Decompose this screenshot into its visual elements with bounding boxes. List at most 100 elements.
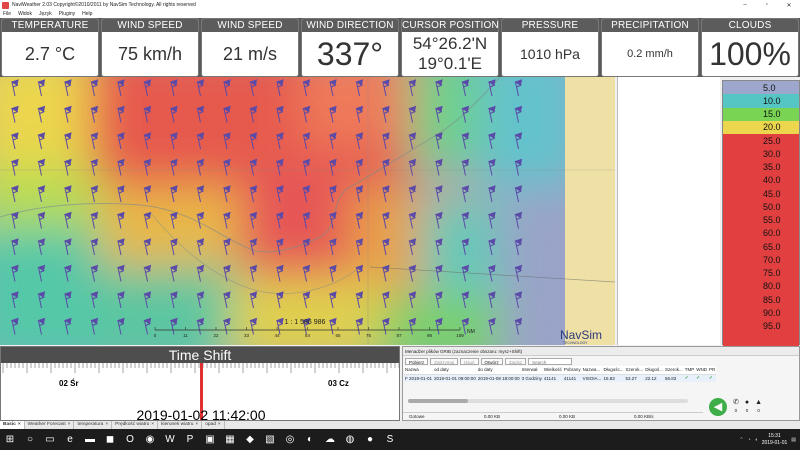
status-total: 0.00 KB — [559, 414, 576, 419]
edge-browser-icon[interactable]: e — [60, 429, 80, 450]
column-header[interactable]: Szerok... — [624, 366, 644, 374]
bell-count: 0 — [757, 407, 760, 413]
table-cell: 22.12 — [645, 375, 657, 381]
delete-button[interactable]: Usuń — [460, 357, 479, 365]
image-icon[interactable]: ▧ — [260, 429, 280, 450]
notification-icon[interactable]: ▤ — [791, 437, 796, 443]
panel-label: CLOUDS — [702, 19, 798, 32]
photos-icon[interactable]: ▣ — [200, 429, 220, 450]
tab-4[interactable]: kierunek wiatru × — [158, 421, 203, 429]
word-icon[interactable]: W — [160, 429, 180, 450]
tab-1[interactable]: Weather Forecast × — [25, 421, 75, 429]
media-icon[interactable]: ◆ — [240, 429, 260, 450]
legend-label: 5.0 — [743, 81, 799, 95]
bell-icon[interactable]: ▲ 0 — [755, 399, 762, 415]
column-header[interactable]: WND — [695, 366, 708, 374]
tab-close-icon[interactable]: × — [195, 421, 198, 429]
tab-close-icon[interactable]: × — [68, 421, 71, 429]
column-header[interactable]: Interwał — [521, 366, 543, 374]
temperature-panel: TEMPERATURE 2.7 °C — [1, 18, 99, 77]
tab-5[interactable]: opad × — [202, 421, 225, 429]
navigation-arrow-icon[interactable]: ◀ — [709, 397, 727, 416]
maximize-button[interactable]: ▫ — [756, 0, 778, 10]
menu-plugins[interactable]: Pluginy — [56, 11, 79, 17]
panel-value: 100% — [709, 35, 791, 72]
panel-value: 21 m/s — [222, 43, 278, 64]
column-header[interactable]: od daty — [433, 366, 477, 374]
open-button[interactable]: Otwórz — [480, 357, 503, 365]
skype-icon[interactable]: S — [380, 429, 400, 450]
tab-close-icon[interactable]: × — [105, 421, 108, 429]
app-icon[interactable]: ◐ — [300, 429, 320, 450]
column-header[interactable]: Długośc... — [602, 366, 624, 374]
close-button[interactable]: ✕ — [778, 0, 800, 10]
tray-up-icon[interactable]: ⌃ — [739, 437, 743, 443]
table-cell: 53.27 — [625, 375, 637, 381]
column-header[interactable]: Długoś... — [644, 366, 664, 374]
network-icon[interactable]: ◔ — [748, 437, 751, 443]
scale-tick-label: 65 — [335, 333, 341, 338]
table-row[interactable]: F 2019-01-01 2019-01-01 09:00:00 2019-01-0… — [404, 374, 717, 382]
tab-label: temperatura — [77, 422, 104, 427]
column-header[interactable]: Pobrany — [563, 366, 582, 374]
legend-row: 75.0 — [723, 266, 799, 280]
stop-button[interactable]: Zatrzymaj — [430, 357, 459, 365]
legend-swatch — [723, 213, 743, 227]
app-logo-icon — [2, 1, 9, 9]
menu-view[interactable]: Widok — [15, 11, 36, 17]
horizontal-scrollbar[interactable] — [408, 399, 688, 403]
longitude-value: 19°0.1'E — [418, 54, 482, 73]
gallery-icon[interactable]: ▦ — [220, 429, 240, 450]
tab-0[interactable]: Basic × — [0, 421, 25, 429]
search-icon[interactable]: ○ — [20, 429, 40, 450]
opera-icon[interactable]: O — [120, 429, 140, 450]
tab-3[interactable]: Prędkość wiatru × — [112, 421, 159, 429]
volume-icon[interactable]: ◖ — [755, 437, 758, 443]
chrome-icon[interactable]: ◎ — [280, 429, 300, 450]
weather-map[interactable]: 1 : 1 586 986 0 11 22 33 44 54 65 76 87 98 109 NM … — [0, 77, 615, 345]
column-header[interactable]: Nazwa — [404, 366, 433, 374]
clouds-panel: CLOUDS 100% — [701, 18, 799, 77]
menu-help[interactable]: Help — [79, 11, 96, 17]
minimize-button[interactable]: – — [734, 0, 756, 10]
legend-swatch — [723, 120, 743, 134]
search-input[interactable]: Search — [528, 357, 573, 365]
side-panel — [617, 77, 720, 345]
panel-label: PRECIPITATION — [602, 19, 698, 32]
legend-swatch — [723, 319, 743, 333]
weather-app-icon[interactable]: ☁ — [320, 429, 340, 450]
column-header[interactable]: Szerok... — [664, 366, 684, 374]
tab-2[interactable]: temperatura × — [74, 421, 113, 429]
spotify-icon[interactable]: ● — [360, 429, 380, 450]
legend-swatch — [723, 332, 743, 346]
firefox-icon[interactable]: ◉ — [140, 429, 160, 450]
column-header[interactable]: Wielkość — [543, 366, 563, 374]
legend-label — [743, 332, 799, 346]
table-cell: 15.83 — [603, 375, 615, 381]
weather-map-canvas[interactable]: 1 : 1 586 986 0 11 22 33 44 54 65 76 87 98 109 NM … — [0, 77, 615, 345]
download-button[interactable]: Pobierz — [405, 357, 429, 365]
color-legend: 5.0 10.0 15.0 20.0 25.0 30.0 35.0 40.0 45.0 50.0 5… — [722, 80, 800, 346]
powerpoint-icon[interactable]: P — [180, 429, 200, 450]
menu-language[interactable]: Język — [36, 11, 56, 17]
scale-tick-label: 109 — [456, 333, 464, 338]
menu-file[interactable]: File — [0, 11, 15, 17]
gps-icon[interactable]: ◍ — [340, 429, 360, 450]
task-view-icon[interactable]: ▭ — [40, 429, 60, 450]
tab-close-icon[interactable]: × — [218, 421, 221, 429]
legend-swatch — [723, 107, 743, 121]
windows-start-icon[interactable]: ⊞ — [0, 429, 20, 450]
column-header[interactable]: do daty — [477, 366, 521, 374]
chat-icon[interactable]: ● 0 — [745, 399, 749, 415]
column-header[interactable]: TMP — [684, 366, 696, 374]
column-header[interactable]: Nazwa... — [582, 366, 603, 374]
column-header[interactable]: PR — [708, 366, 716, 374]
save-button[interactable]: Zapisz — [504, 357, 527, 365]
file-explorer-icon[interactable]: ▬ — [80, 429, 100, 450]
phone-icon[interactable]: ✆ 0 — [733, 399, 739, 415]
tab-label: Basic — [3, 422, 16, 427]
taskbar-clock[interactable]: 15:31 2019-01-01 — [762, 433, 788, 447]
tab-close-icon[interactable]: × — [151, 421, 154, 429]
store-icon[interactable]: ◼ — [100, 429, 120, 450]
tab-close-icon[interactable]: × — [18, 421, 21, 429]
